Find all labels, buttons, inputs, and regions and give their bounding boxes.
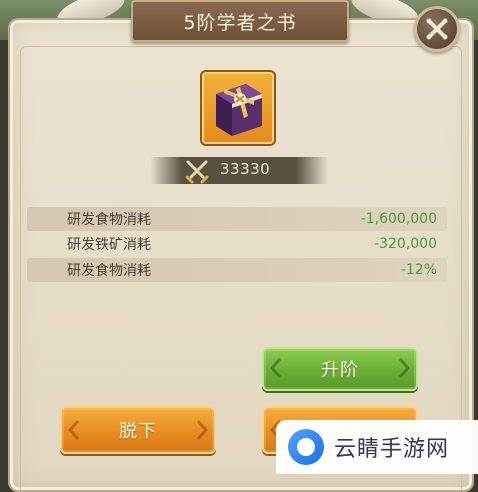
dialog-title: 5阶学者之书 xyxy=(131,0,349,42)
watermark-logo-icon xyxy=(288,429,324,465)
item-slot[interactable] xyxy=(200,70,276,146)
upgrade-button[interactable]: 升阶 xyxy=(262,347,418,391)
power-value: 33330 xyxy=(220,160,271,178)
stat-row: 研发食物消耗 -12% xyxy=(27,258,447,282)
chevron-right-icon xyxy=(398,358,410,378)
stat-label: 研发食物消耗 xyxy=(67,263,151,279)
stat-value: -1,600,000 xyxy=(360,211,437,227)
stat-label: 研发铁矿消耗 xyxy=(67,237,151,253)
stat-row: 研发铁矿消耗 -320,000 xyxy=(27,232,447,256)
watermark: 云睛手游网 xyxy=(276,420,478,474)
chevron-right-icon xyxy=(196,420,208,440)
stat-label: 研发食物消耗 xyxy=(67,212,151,228)
close-x-icon xyxy=(426,18,448,40)
chevron-left-icon xyxy=(270,358,282,378)
stat-value: -320,000 xyxy=(374,236,437,252)
stat-value: -12% xyxy=(400,262,437,278)
purple-book-icon xyxy=(216,84,262,136)
upgrade-button-label: 升阶 xyxy=(321,360,359,381)
unequip-button[interactable]: 脱下 xyxy=(60,406,216,454)
stat-row: 研发食物消耗 -1,600,000 xyxy=(27,207,447,231)
chevron-left-icon xyxy=(68,420,80,440)
crossed-swords-icon xyxy=(185,160,209,184)
watermark-text: 云睛手游网 xyxy=(334,437,450,462)
close-button[interactable] xyxy=(414,6,460,52)
unequip-button-label: 脱下 xyxy=(119,421,157,442)
